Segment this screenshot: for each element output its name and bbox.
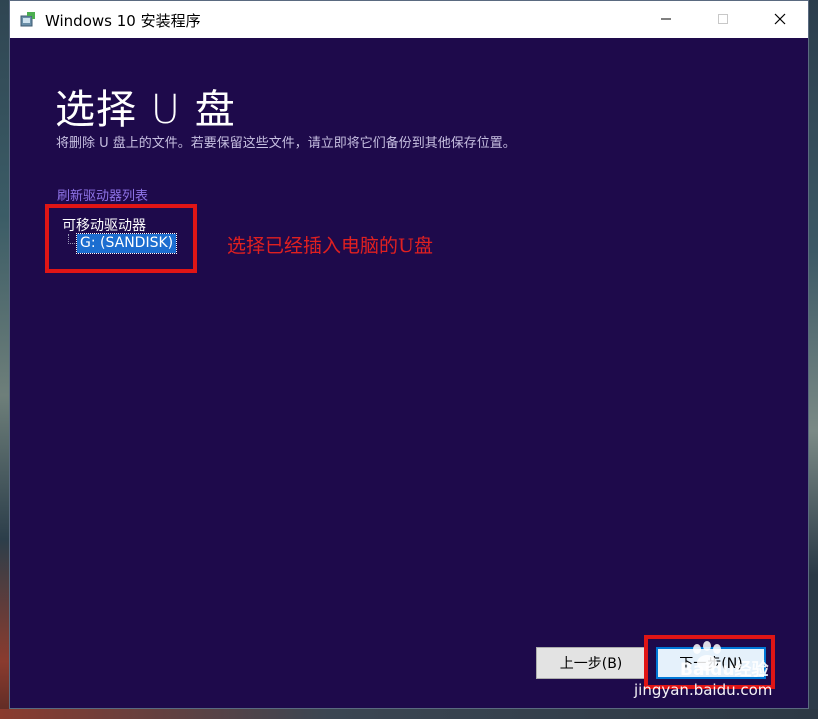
page-title: 选择 U 盘: [55, 87, 236, 133]
window-title: Windows 10 安装程序: [45, 12, 201, 30]
refresh-drive-list-link[interactable]: 刷新驱动器列表: [57, 185, 148, 204]
page-subtitle: 将删除 U 盘上的文件。若要保留这些文件，请立即将它们备份到其他保存位置。: [56, 136, 516, 151]
maximize-button[interactable]: [700, 1, 746, 37]
setup-window: Windows 10 安装程序 选择 U 盘 将删除 U 盘上的文件。若要保留这…: [9, 0, 809, 709]
minimize-icon: [661, 18, 671, 20]
back-button[interactable]: 上一步(B): [536, 647, 646, 679]
close-button[interactable]: [757, 1, 803, 37]
highlight-box-drive: [45, 204, 197, 273]
close-icon: [774, 13, 786, 25]
highlight-box-next: [644, 635, 775, 689]
minimize-button[interactable]: [643, 1, 689, 37]
annotation-text: 选择已经插入电脑的U盘: [227, 235, 434, 257]
setup-icon: [20, 11, 36, 27]
maximize-icon: [718, 14, 728, 24]
wallpaper-bottom: [0, 709, 818, 719]
title-bar: Windows 10 安装程序: [10, 1, 808, 38]
